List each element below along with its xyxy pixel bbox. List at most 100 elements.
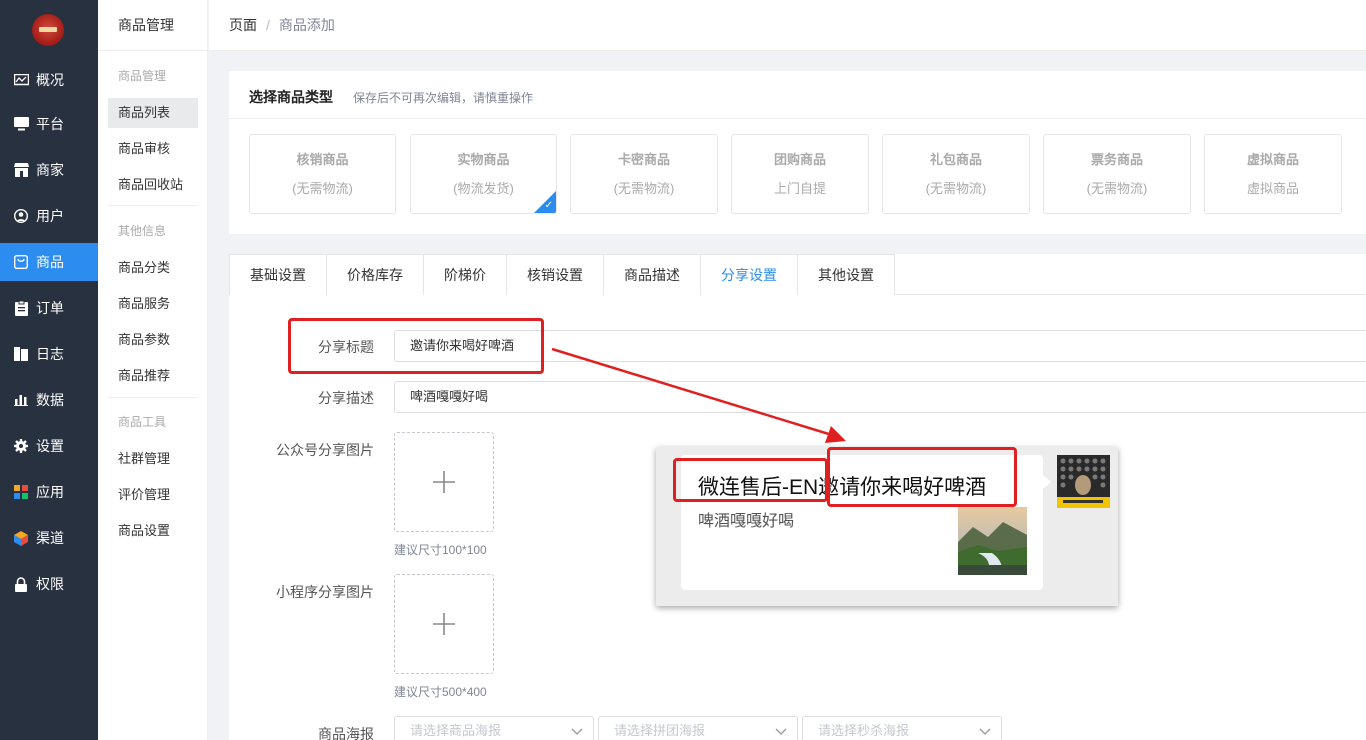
goods-type-option[interactable]: 礼包商品 (无需物流)	[882, 134, 1030, 214]
mini-image-upload[interactable]	[394, 574, 494, 674]
nav-label: 渠道	[36, 530, 64, 546]
brand-logo[interactable]	[32, 14, 64, 46]
nav-item-user[interactable]: 用户	[0, 197, 98, 235]
nav-item-order[interactable]: 订单	[0, 289, 98, 327]
cube-icon	[13, 530, 29, 546]
breadcrumb-root[interactable]: 页面	[229, 15, 257, 35]
goods-type-option[interactable]: 卡密商品 (无需物流)	[570, 134, 718, 214]
submenu-item-category[interactable]: 商品分类	[108, 253, 198, 283]
apps-icon	[13, 484, 29, 500]
main-sidebar: 概况 平台 商家 用户 商品 订单 日志 数据 设置 应用 渠道 权限	[0, 0, 98, 740]
dashboard-icon	[13, 72, 29, 88]
type-name: 核销商品	[296, 152, 349, 167]
submenu-group-label: 其他信息	[118, 224, 167, 238]
seckill-poster-select[interactable]: 请选择秒杀海报	[802, 716, 1002, 740]
tab-share[interactable]: 分享设置	[700, 254, 798, 295]
preview-description: 啤酒嘎嘎好喝	[698, 513, 795, 530]
wx-image-upload[interactable]	[394, 432, 494, 532]
tab-verify[interactable]: 核销设置	[506, 254, 604, 295]
section-hint: 保存后不可再次编辑，请慎重操作	[353, 91, 534, 105]
mini-image-label: 小程序分享图片	[276, 584, 374, 600]
submenu-item-recommend[interactable]: 商品推荐	[108, 361, 198, 391]
submenu-item-goods-audit[interactable]: 商品审核	[108, 134, 198, 164]
tab-description[interactable]: 商品描述	[603, 254, 701, 295]
sub-sidebar: 商品管理 商品管理 商品列表 商品审核 商品回收站 其他信息 商品分类 商品服务…	[98, 0, 208, 740]
nav-item-merchant[interactable]: 商家	[0, 151, 98, 189]
nav-label: 应用	[36, 484, 64, 500]
breadcrumb-current: 商品添加	[278, 17, 335, 33]
tab-other[interactable]: 其他设置	[797, 254, 895, 295]
submenu-item-params[interactable]: 商品参数	[108, 325, 198, 355]
goods-type-option[interactable]: 团购商品 上门自提	[731, 134, 869, 214]
type-name: 票务商品	[1090, 152, 1143, 167]
mini-image-tip: 建议尺寸500*400	[394, 685, 487, 699]
group-poster-select[interactable]: 请选择拼团海报	[598, 716, 798, 740]
nav-label: 商家	[36, 162, 64, 178]
log-icon	[13, 346, 29, 362]
share-title-label: 分享标题	[318, 339, 374, 355]
submenu-divider	[108, 397, 198, 398]
tab-basic[interactable]: 基础设置	[229, 254, 327, 295]
breadcrumb-separator: /	[266, 17, 270, 33]
nav-label: 平台	[36, 116, 64, 132]
goods-type-option[interactable]: 虚拟商品 虚拟商品	[1204, 134, 1342, 214]
preview-title-main: 邀请你来喝好啤酒	[818, 476, 987, 499]
wx-image-label: 公众号分享图片	[276, 442, 374, 458]
section-title: 选择商品类型	[249, 89, 333, 105]
type-name: 团购商品	[773, 152, 826, 167]
goods-type-option[interactable]: 票务商品 (无需物流)	[1043, 134, 1191, 214]
nav-item-goods[interactable]: 商品	[0, 243, 98, 281]
divider	[229, 118, 1366, 119]
nav-label: 概况	[36, 72, 64, 88]
submenu-item-community[interactable]: 社群管理	[108, 444, 198, 474]
submenu-item-service[interactable]: 商品服务	[108, 289, 198, 319]
submenu-item-recycle-bin[interactable]: 商品回收站	[108, 170, 198, 200]
nav-label: 商品	[36, 254, 64, 270]
tab-tier-price[interactable]: 阶梯价	[423, 254, 507, 295]
goods-type-option[interactable]: 核销商品 (无需物流)	[249, 134, 396, 214]
submenu-item-reviews[interactable]: 评价管理	[108, 480, 198, 510]
submenu-group-label: 商品工具	[118, 415, 167, 429]
nav-item-platform[interactable]: 平台	[0, 105, 98, 143]
nav-item-settings[interactable]: 设置	[0, 427, 98, 465]
type-sub: (无需物流)	[613, 181, 675, 196]
nav-item-channel[interactable]: 渠道	[0, 519, 98, 557]
type-name: 卡密商品	[617, 152, 670, 167]
select-placeholder: 请选择拼团海报	[614, 723, 706, 738]
user-icon	[13, 208, 29, 224]
type-sub: (无需物流)	[1086, 181, 1148, 196]
nav-label: 日志	[36, 346, 64, 362]
type-sub: 虚拟商品	[1246, 181, 1299, 196]
submenu-title: 商品管理	[98, 0, 207, 51]
nav-label: 订单	[36, 300, 64, 316]
nav-item-log[interactable]: 日志	[0, 335, 98, 373]
type-sub: (无需物流)	[292, 181, 353, 196]
select-placeholder: 请选择商品海报	[410, 723, 502, 738]
submenu-group-label: 商品管理	[118, 69, 167, 83]
chart-icon	[13, 392, 29, 408]
type-sub: (无需物流)	[925, 181, 987, 196]
share-desc-label: 分享描述	[318, 390, 374, 406]
type-name: 礼包商品	[929, 152, 982, 167]
tab-price-stock[interactable]: 价格库存	[326, 254, 424, 295]
goods-poster-select[interactable]: 请选择商品海报	[394, 716, 594, 740]
nav-item-apps[interactable]: 应用	[0, 473, 98, 511]
preview-avatar	[1057, 455, 1110, 508]
monitor-icon	[13, 116, 29, 132]
goods-type-option-selected[interactable]: 实物商品 (物流发货) ✓	[410, 134, 557, 214]
nav-item-permission[interactable]: 权限	[0, 565, 98, 603]
order-icon	[13, 300, 29, 316]
share-preview-card: 微连售后-EN邀请你来喝好啤酒 啤酒嘎嘎好喝	[656, 447, 1118, 606]
nav-item-data[interactable]: 数据	[0, 381, 98, 419]
submenu-item-goods-settings[interactable]: 商品设置	[108, 516, 198, 546]
chevron-down-icon	[571, 728, 583, 735]
goods-type-card: 选择商品类型 保存后不可再次编辑，请慎重操作 核销商品 (无需物流) 实物商品 …	[229, 71, 1366, 234]
annotation-arrow	[551, 347, 846, 443]
nav-item-overview[interactable]: 概况	[0, 61, 98, 99]
submenu-item-goods-list[interactable]: 商品列表	[108, 98, 198, 128]
tab-bar: 基础设置 价格库存 阶梯价 核销设置 商品描述 分享设置 其他设置	[229, 254, 1366, 295]
type-name: 实物商品	[457, 152, 510, 167]
select-placeholder: 请选择秒杀海报	[818, 723, 910, 738]
lock-icon	[13, 576, 29, 592]
chevron-down-icon	[775, 728, 787, 735]
